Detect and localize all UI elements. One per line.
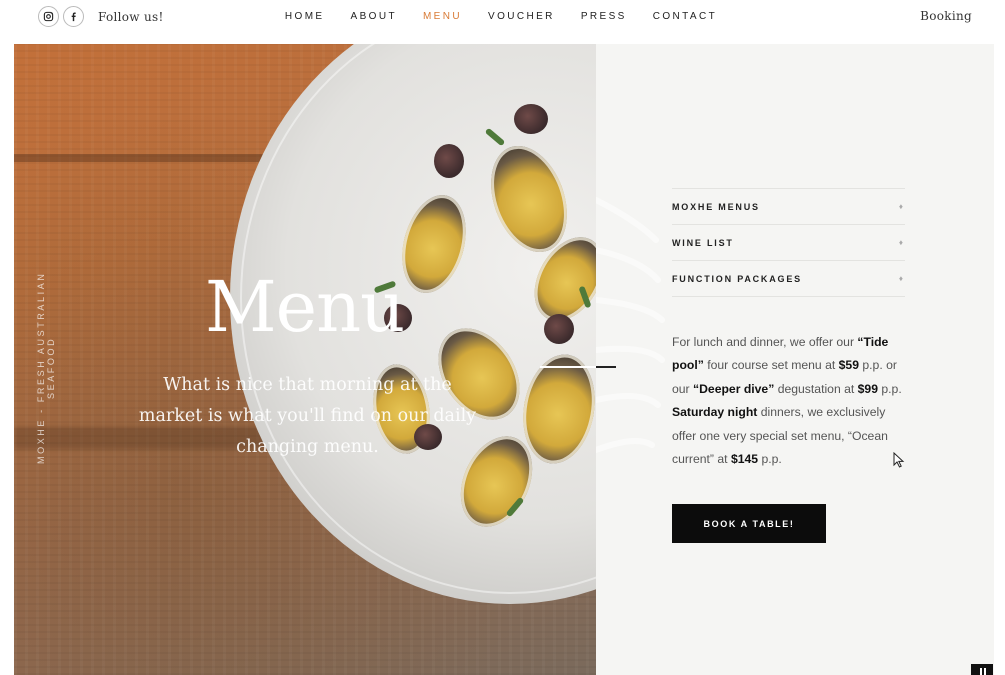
menu-row-label: WINE LIST	[672, 237, 734, 248]
nav-item-menu[interactable]: MENU	[410, 11, 475, 22]
social-links: Follow us!	[38, 6, 164, 27]
nav-item-about[interactable]: ABOUT	[338, 11, 410, 22]
nav-item-contact[interactable]: CONTACT	[640, 11, 730, 22]
copy-highlight: “Deeper dive”	[693, 381, 775, 396]
page-margin	[994, 44, 1005, 675]
menu-row-moxhe-menus[interactable]: MOXHE MENUS ♦	[672, 189, 905, 225]
menu-row-wine-list[interactable]: WINE LIST ♦	[672, 225, 905, 261]
booking-link[interactable]: Booking	[920, 9, 972, 23]
menu-row-label: MOXHE MENUS	[672, 201, 760, 212]
menu-accordion: MOXHE MENUS ♦ WINE LIST ♦ FUNCTION PACKA…	[672, 188, 905, 297]
copy-text: p.p.	[758, 452, 782, 467]
octopus	[434, 144, 464, 178]
copy-text: four course set menu at	[703, 358, 839, 373]
copy-text: degustation at	[774, 381, 858, 396]
plus-small-icon: ♦	[898, 238, 903, 247]
book-table-button[interactable]: BOOK A TABLE!	[672, 504, 826, 543]
octopus	[514, 104, 548, 134]
instagram-icon[interactable]	[38, 6, 59, 27]
tagline-vertical: MOXHE - FRESH AUSTRALIAN SEAFOOD	[36, 271, 56, 465]
copy-highlight: $145	[730, 452, 759, 467]
herb	[484, 127, 506, 147]
copy-highlight: Saturday night	[672, 405, 758, 420]
pause-icon[interactable]	[971, 664, 993, 675]
nav-item-voucher[interactable]: VOUCHER	[475, 11, 568, 22]
copy-highlight: $99	[857, 381, 878, 396]
copy-text: p.p.	[878, 381, 902, 396]
nav-item-home[interactable]: HOME	[272, 11, 338, 22]
facebook-icon[interactable]	[63, 6, 84, 27]
clam	[392, 187, 476, 301]
octopus	[544, 314, 574, 344]
follow-us-label: Follow us!	[98, 9, 164, 24]
divider-line-overlay	[540, 366, 596, 368]
plus-small-icon: ♦	[898, 202, 903, 211]
shell-decoration	[596, 197, 665, 453]
hero-image	[14, 44, 596, 675]
nav-item-press[interactable]: PRESS	[568, 11, 640, 22]
menu-description: For lunch and dinner, we offer our “Tide…	[672, 331, 907, 471]
copy-text: For lunch and dinner, we offer our	[672, 335, 858, 349]
mouse-cursor-icon	[893, 452, 905, 468]
menu-row-label: FUNCTION PACKAGES	[672, 273, 802, 284]
copy-highlight: $59	[838, 358, 859, 373]
page-title: Menu	[205, 266, 405, 348]
plus-small-icon: ♦	[898, 274, 903, 283]
menu-row-function-packages[interactable]: FUNCTION PACKAGES ♦	[672, 261, 905, 297]
hero-description: What is nice that morning at the market …	[138, 375, 477, 457]
site-header: Follow us! HOME ABOUT MENU VOUCHER PRESS…	[0, 0, 1005, 44]
